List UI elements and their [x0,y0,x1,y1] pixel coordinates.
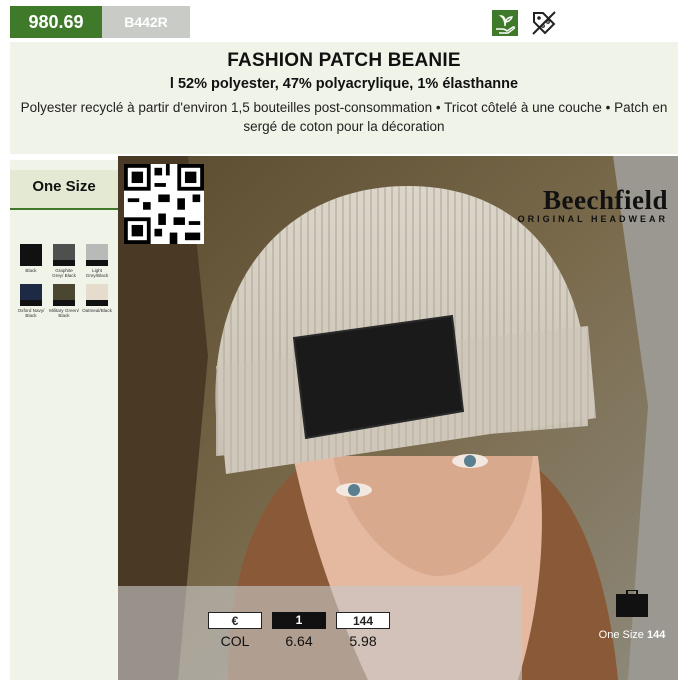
color-swatch: Black [16,244,46,273]
carton-size-label: One Size [598,629,644,641]
price-value-qty-144: 5.98 [349,633,377,649]
color-swatch: Military Green/ Black [49,284,79,318]
color-name: Graphite Grey/ Black [52,268,76,278]
product-header: FASHION PATCH BEANIE l 52% polyester, 47… [10,42,678,154]
color-chip [53,244,75,266]
price-column-qty-1: 1 6.64 [272,612,326,649]
eco-plant-hand-icon [492,10,518,36]
price-header-currency: € [208,612,262,629]
color-name: Light Grey/Black [85,268,109,278]
price-column-qty-144: 144 5.98 [336,612,390,649]
size-color-panel: One Size Black Graphite Grey/ Black Ligh… [10,160,118,680]
brand-tagline: ORIGINAL HEADWEAR [517,214,668,224]
color-name: Oxford Navy/ Black [17,308,45,318]
brand-logo: Beechfield ORIGINAL HEADWEAR [518,186,668,224]
color-swatch: Graphite Grey/ Black [49,244,79,278]
price-header-qty-1: 1 [272,612,326,629]
product-title: FASHION PATCH BEANIE [227,50,461,71]
carton-box-icon [616,589,648,617]
color-chip [53,284,75,306]
color-chip [20,244,42,266]
product-description: Polyester recyclé à partir d'environ 1,5… [20,100,668,134]
qr-code-icon [124,164,204,244]
color-chip [86,284,108,306]
price-column-currency: € COL [208,612,262,649]
article-number: 980.69 [10,6,102,38]
brand-name: Beechfield [543,185,668,215]
discount-tag-icon [532,11,556,35]
color-name: Military Green/ Black [49,308,79,318]
model-code: B442R [102,6,190,38]
color-chip [20,284,42,306]
carton-info: One Size 144 [585,588,679,658]
catalog-page: 980.69 B442R FASHION PATCH BEANIE l 52% … [0,0,685,682]
color-name: Oatmeal/Black [82,308,112,313]
color-swatch: Oxford Navy/ Black [16,284,46,318]
price-value-qty-1: 6.64 [285,633,313,649]
top-bar: 980.69 B442R [0,0,685,38]
color-swatch: Light Grey/Black [82,244,112,278]
carton-quantity: One Size 144 [585,629,679,641]
price-panel: € COL 1 6.64 144 5.98 [118,586,522,680]
carton-qty: 144 [646,629,666,641]
price-header-qty-144: 144 [336,612,390,629]
color-swatch: Oatmeal/Black [82,284,112,313]
size-label: One Size [10,170,118,210]
color-name: Black [25,268,37,273]
price-value-color: COL [220,633,250,649]
product-composition: l 52% polyester, 47% polyacrylique, 1% é… [169,76,519,92]
color-chip [86,244,108,266]
